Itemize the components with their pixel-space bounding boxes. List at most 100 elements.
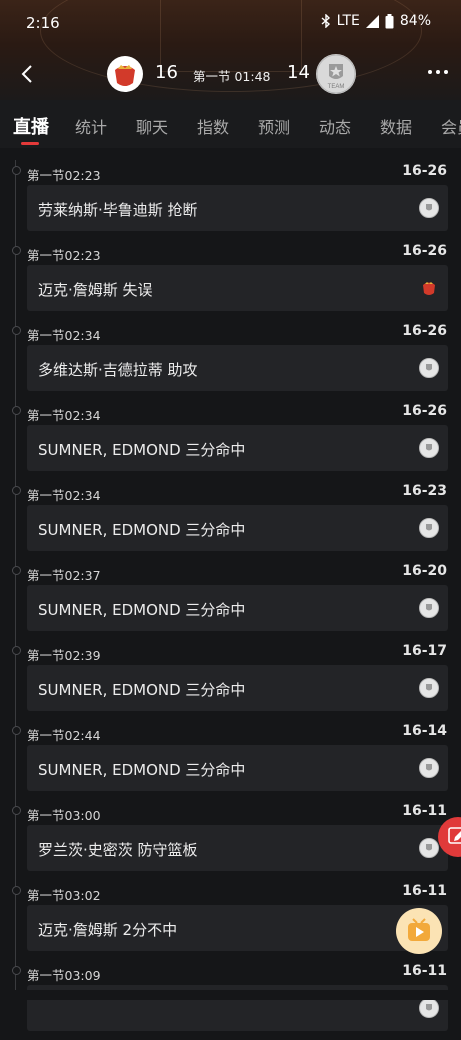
away-team-icon: [419, 758, 439, 778]
pencil-icon: [448, 827, 461, 844]
game-header: 2:16 LTE 84% 16 第一节 01:48 14 TEAM: [0, 0, 461, 100]
event-description: SUMNER, EDMOND 三分命中: [38, 601, 246, 619]
period-clock: 第一节 01:48: [193, 69, 271, 84]
timeline-dot: [12, 886, 21, 895]
status-time: 2:16: [26, 14, 60, 32]
tab-member[interactable]: 会员: [441, 114, 461, 138]
event-time: 第一节02:34: [27, 488, 101, 503]
home-score: 16: [155, 62, 178, 83]
event-time: 第一节03:02: [27, 888, 101, 903]
event-item: 第一节03:02 16-11 迈克·詹姆斯 2分不中: [0, 880, 461, 960]
away-team-icon: [419, 358, 439, 378]
active-tab-indicator: [21, 142, 39, 145]
network-label: LTE: [336, 13, 360, 29]
event-card[interactable]: SUMNER, EDMOND 三分命中: [27, 425, 448, 471]
home-crest-icon: [108, 57, 142, 91]
away-team-icon: [419, 518, 439, 538]
bluetooth-icon: [321, 14, 330, 28]
video-icon: [408, 918, 430, 941]
tab-bar: 直播 统计 聊天 指数 预测 动态 数据 会员: [0, 100, 461, 148]
timeline-dot: [12, 326, 21, 335]
tab-odds[interactable]: 指数: [197, 114, 229, 138]
event-score: 16-11: [402, 963, 447, 979]
tab-data[interactable]: 数据: [380, 114, 412, 138]
status-bar: 2:16 LTE 84%: [0, 0, 461, 44]
more-options-icon[interactable]: [423, 62, 453, 82]
event-card[interactable]: 劳莱纳斯·毕鲁迪斯 抢断: [27, 185, 448, 231]
event-item: 第一节03:00 16-11 罗兰茨·史密茨 防守篮板: [0, 800, 461, 880]
event-item: 第一节02:44 16-14 SUMNER, EDMOND 三分命中: [0, 720, 461, 800]
event-item: 第一节02:34 16-26 SUMNER, EDMOND 三分命中: [0, 400, 461, 480]
event-time: 第一节02:34: [27, 328, 101, 343]
timeline-dot: [12, 726, 21, 735]
away-team-icon: [419, 438, 439, 458]
event-time: 第一节03:00: [27, 808, 101, 823]
battery-level: 84%: [399, 13, 431, 29]
event-card[interactable]: 罗兰茨·史密茨 防守篮板: [27, 825, 448, 871]
event-score: 16-26: [402, 403, 447, 419]
event-score: 16-26: [402, 323, 447, 339]
away-team-icon: [419, 598, 439, 618]
back-arrow-icon[interactable]: [14, 60, 42, 88]
tab-chat[interactable]: 聊天: [136, 114, 168, 138]
event-time: 第一节02:44: [27, 728, 101, 743]
event-item: 第一节02:23 16-26 劳莱纳斯·毕鲁迪斯 抢断: [0, 160, 461, 240]
event-description: 劳莱纳斯·毕鲁迪斯 抢断: [38, 201, 198, 219]
signal-icon: [365, 14, 379, 28]
event-description: SUMNER, EDMOND 三分命中: [38, 761, 246, 779]
home-team-icon: [419, 278, 439, 298]
event-item: 第一节03:09 16-11: [0, 960, 461, 1040]
timeline-dot: [12, 806, 21, 815]
event-item: 第一节02:34 16-23 SUMNER, EDMOND 三分命中: [0, 480, 461, 560]
home-team-logo[interactable]: [107, 56, 143, 92]
event-card[interactable]: 迈克·詹姆斯 失误: [27, 265, 448, 311]
event-description: 迈克·詹姆斯 2分不中: [38, 921, 178, 939]
event-score: 16-26: [402, 163, 447, 179]
tab-stats[interactable]: 统计: [75, 114, 107, 138]
nav-bar: [0, 990, 461, 1000]
event-description: 迈克·詹姆斯 失误: [38, 281, 153, 299]
away-team-icon: [419, 198, 439, 218]
event-score: 16-23: [402, 483, 447, 499]
timeline-dot: [12, 966, 21, 975]
status-icons: LTE 84%: [321, 13, 431, 29]
away-score: 14: [287, 62, 310, 83]
event-time: 第一节02:34: [27, 408, 101, 423]
event-item: 第一节02:37 16-20 SUMNER, EDMOND 三分命中: [0, 560, 461, 640]
event-card[interactable]: SUMNER, EDMOND 三分命中: [27, 745, 448, 791]
event-time: 第一节02:23: [27, 248, 101, 263]
away-logo-text: TEAM: [328, 84, 345, 90]
event-score: 16-14: [402, 723, 447, 739]
event-description: SUMNER, EDMOND 三分命中: [38, 521, 246, 539]
away-team-icon: [419, 838, 439, 858]
timeline-dot: [12, 566, 21, 575]
tab-prediction[interactable]: 预测: [258, 114, 290, 138]
event-card[interactable]: SUMNER, EDMOND 三分命中: [27, 585, 448, 631]
event-card[interactable]: SUMNER, EDMOND 三分命中: [27, 505, 448, 551]
timeline-dot: [12, 486, 21, 495]
event-score: 16-20: [402, 563, 447, 579]
event-description: 罗兰茨·史密茨 防守篮板: [38, 841, 198, 859]
event-card[interactable]: 迈克·詹姆斯 2分不中: [27, 905, 448, 951]
away-team-icon: [419, 998, 439, 1018]
event-card[interactable]: SUMNER, EDMOND 三分命中: [27, 665, 448, 711]
event-time: 第一节03:09: [27, 968, 101, 983]
event-description: SUMNER, EDMOND 三分命中: [38, 441, 246, 459]
timeline-dot: [12, 246, 21, 255]
event-item: 第一节02:34 16-26 多维达斯·吉德拉蒂 助攻: [0, 320, 461, 400]
timeline-dot: [12, 166, 21, 175]
event-card[interactable]: 多维达斯·吉德拉蒂 助攻: [27, 345, 448, 391]
tab-live[interactable]: 直播: [13, 113, 49, 139]
event-time: 第一节02:37: [27, 568, 101, 583]
score-row: 16 第一节 01:48 14 TEAM: [0, 52, 461, 96]
floating-edit-button[interactable]: [438, 817, 461, 857]
away-team-logo[interactable]: TEAM: [316, 54, 356, 94]
tab-news[interactable]: 动态: [319, 114, 351, 138]
event-time: 第一节02:39: [27, 648, 101, 663]
away-crest-icon: TEAM: [316, 54, 356, 94]
event-score: 16-17: [402, 643, 447, 659]
floating-video-button[interactable]: [396, 908, 442, 954]
battery-icon: [385, 13, 394, 28]
event-score: 16-26: [402, 243, 447, 259]
event-description: SUMNER, EDMOND 三分命中: [38, 681, 246, 699]
